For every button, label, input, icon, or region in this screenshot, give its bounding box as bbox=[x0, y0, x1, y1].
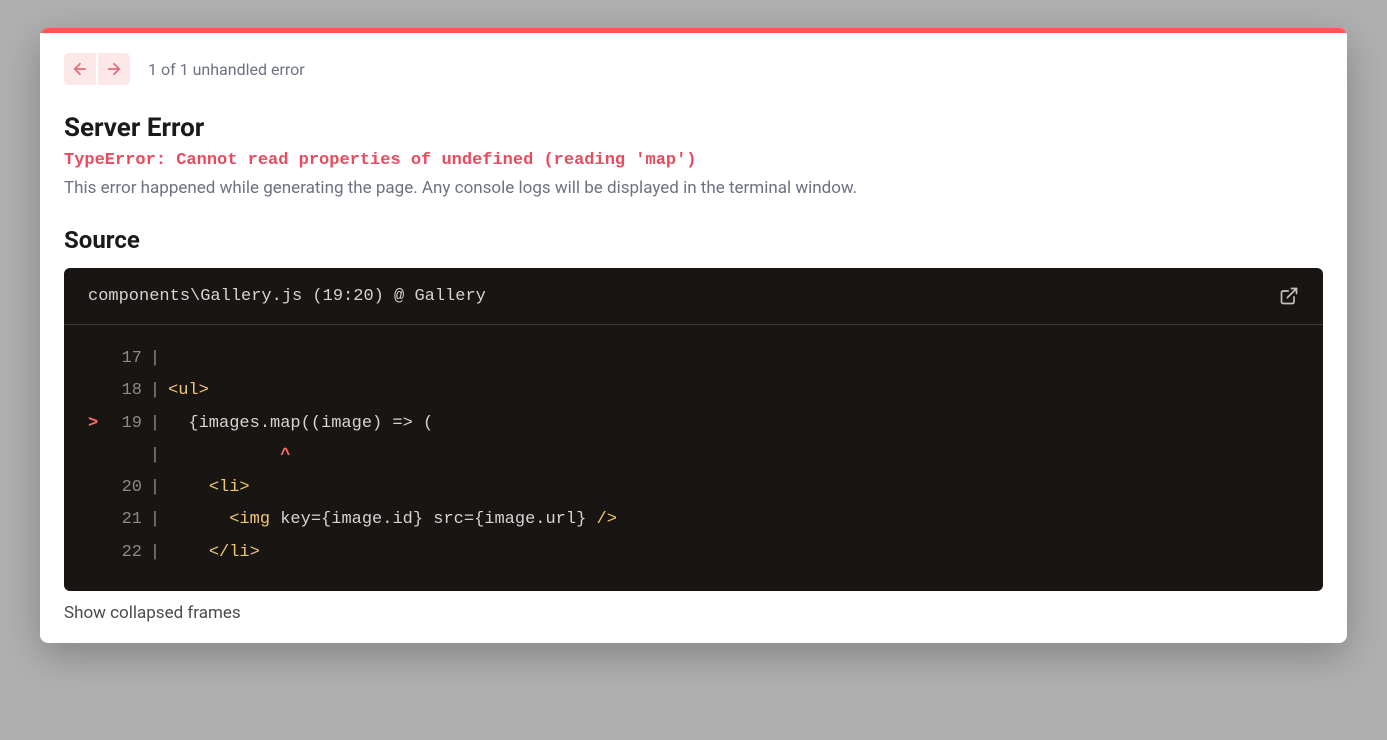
source-code-block: components\Gallery.js (19:20) @ Gallery … bbox=[64, 268, 1323, 591]
line-content: {images.map((image) => ( bbox=[168, 408, 433, 440]
code-line: >19| {images.map((image) => ( bbox=[88, 408, 1299, 440]
line-number: 19 bbox=[108, 408, 142, 440]
line-content: <li> bbox=[168, 472, 250, 504]
line-separator: | bbox=[142, 408, 168, 440]
next-error-button[interactable] bbox=[98, 53, 130, 85]
line-error-marker bbox=[88, 472, 108, 504]
error-count-status: 1 of 1 unhandled error bbox=[148, 60, 305, 79]
line-number: 21 bbox=[108, 504, 142, 536]
error-nav-row: 1 of 1 unhandled error bbox=[64, 53, 1323, 85]
line-separator: | bbox=[142, 440, 168, 472]
prev-error-button[interactable] bbox=[64, 53, 96, 85]
code-location: components\Gallery.js (19:20) @ Gallery bbox=[88, 287, 486, 306]
line-number bbox=[108, 440, 142, 472]
line-separator: | bbox=[142, 343, 168, 375]
open-in-editor-button[interactable] bbox=[1279, 286, 1299, 306]
line-number: 17 bbox=[108, 343, 142, 375]
external-link-icon bbox=[1279, 286, 1299, 306]
line-content: <ul> bbox=[168, 375, 209, 407]
line-separator: | bbox=[142, 375, 168, 407]
line-content: </li> bbox=[168, 537, 260, 569]
line-separator: | bbox=[142, 472, 168, 504]
error-hint: This error happened while generating the… bbox=[64, 178, 1323, 198]
line-number: 22 bbox=[108, 537, 142, 569]
line-separator: | bbox=[142, 537, 168, 569]
code-line: 21| <img key={image.id} src={image.url} … bbox=[88, 504, 1299, 536]
line-error-marker: > bbox=[88, 408, 108, 440]
line-error-marker bbox=[88, 343, 108, 375]
line-number: 20 bbox=[108, 472, 142, 504]
error-overlay-card: 1 of 1 unhandled error Server Error Type… bbox=[40, 28, 1347, 643]
show-collapsed-frames-link[interactable]: Show collapsed frames bbox=[64, 603, 241, 623]
code-line: | ^ bbox=[88, 440, 1299, 472]
line-content: ^ bbox=[168, 440, 290, 472]
arrow-left-icon bbox=[71, 60, 89, 78]
code-line: 18|<ul> bbox=[88, 375, 1299, 407]
source-heading: Source bbox=[64, 226, 1323, 254]
code-body: 17| 18|<ul>>19| {images.map((image) => (… bbox=[64, 325, 1323, 591]
error-title: Server Error bbox=[64, 113, 1323, 143]
card-content: 1 of 1 unhandled error Server Error Type… bbox=[40, 33, 1347, 643]
line-separator: | bbox=[142, 504, 168, 536]
line-error-marker bbox=[88, 375, 108, 407]
code-header: components\Gallery.js (19:20) @ Gallery bbox=[64, 268, 1323, 325]
code-line: 22| </li> bbox=[88, 537, 1299, 569]
line-error-marker bbox=[88, 504, 108, 536]
error-message: TypeError: Cannot read properties of und… bbox=[64, 151, 1323, 170]
line-number: 18 bbox=[108, 375, 142, 407]
error-nav-buttons bbox=[64, 53, 130, 85]
line-error-marker bbox=[88, 537, 108, 569]
arrow-right-icon bbox=[105, 60, 123, 78]
code-line: 20| <li> bbox=[88, 472, 1299, 504]
code-line: 17| bbox=[88, 343, 1299, 375]
line-error-marker bbox=[88, 440, 108, 472]
line-content: <img key={image.id} src={image.url} /> bbox=[168, 504, 617, 536]
